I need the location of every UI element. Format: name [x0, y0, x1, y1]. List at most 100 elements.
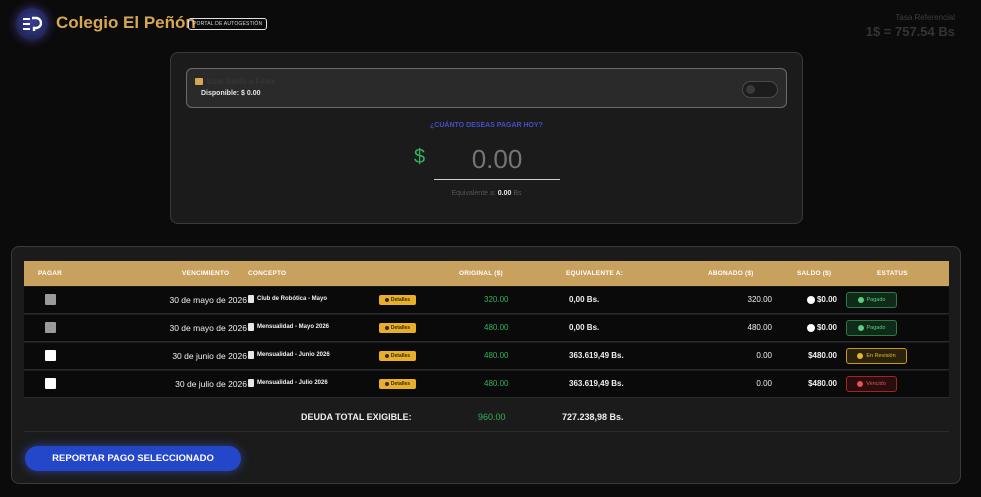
th-balance: SALDO ($) — [797, 270, 832, 277]
row-balance-value: $480.00 — [808, 351, 837, 360]
details-label: Detalles — [390, 353, 411, 359]
total-original: 960.00 — [478, 412, 506, 422]
row-due-date: 30 de mayo de 2026 — [169, 323, 247, 333]
check-circle-icon — [806, 295, 815, 304]
table-row: 30 de mayo de 2026 Mensualidad - Mayo 202… — [24, 315, 949, 342]
row-due-date: 30 de mayo de 2026 — [169, 295, 247, 305]
total-row: DEUDA TOTAL EXIGIBLE: 960.00 727.238,98 … — [24, 403, 949, 432]
row-balance-value: $0.00 — [816, 323, 837, 332]
row-concept: Club de Robótica - Mayo — [257, 296, 328, 302]
th-pay: PAGAR — [38, 270, 62, 277]
row-checkbox — [45, 322, 56, 333]
details-button[interactable]: Detalles — [379, 351, 416, 361]
document-icon — [248, 295, 254, 303]
status-label: Pagado — [866, 325, 886, 331]
row-equivalent: 363.619,49 Bs. — [569, 379, 624, 388]
row-original: 480.00 — [484, 379, 509, 388]
brand-name: Colegio El Peñón — [56, 13, 196, 32]
equiv-unit: Bs — [513, 190, 522, 197]
row-checkbox — [45, 294, 56, 305]
payment-panel: Usar Saldo a Favor Disponible: $ 0.00 ¿C… — [170, 52, 803, 224]
row-original: 320.00 — [484, 295, 509, 304]
row-checkbox[interactable] — [45, 350, 56, 361]
rate-label: Tasa Referencial — [895, 13, 955, 22]
status-badge: Pagado — [846, 320, 897, 336]
details-button[interactable]: Detalles — [379, 323, 416, 333]
row-balance: $480.00 — [808, 351, 837, 360]
table-row: 30 de julio de 2026 Mensualidad - Julio 2… — [24, 371, 949, 398]
table-header: PAGAR VENCIMIENTO CONCEPTO ORIGINAL ($) … — [24, 261, 949, 286]
eye-icon — [384, 382, 389, 386]
report-payment-button[interactable]: REPORTAR PAGO SELECCIONADO — [25, 446, 241, 471]
table-row: 30 de mayo de 2026 Club de Robótica - May… — [24, 287, 949, 314]
row-equivalent: 363.619,49 Bs. — [569, 351, 624, 360]
equiv-value: 0.00 — [497, 190, 512, 197]
status-badge: En Revisión — [846, 348, 907, 364]
equivalent-text: Equivalente a: 0.00 Bs — [171, 190, 802, 197]
eye-icon — [384, 298, 389, 302]
use-balance-toggle[interactable] — [742, 81, 778, 98]
table-row: 30 de junio de 2026 Mensualidad - Junio 2… — [24, 343, 949, 370]
status-icon — [857, 297, 864, 303]
status-badge: Pagado — [846, 292, 897, 308]
row-due-date: 30 de julio de 2026 — [175, 379, 247, 389]
row-concept: Mensualidad - Mayo 2026 — [257, 324, 330, 330]
eye-icon — [384, 354, 389, 358]
wallet-icon — [195, 78, 203, 85]
row-balance: $480.00 — [808, 379, 837, 388]
equiv-prefix: Equivalente a: — [451, 190, 496, 197]
toggle-knob — [746, 85, 755, 94]
row-paid: 480.00 — [747, 323, 772, 332]
document-icon — [248, 379, 254, 387]
th-paid: ABONADO ($) — [708, 270, 754, 277]
row-balance-value: $0.00 — [816, 295, 837, 304]
status-label: Vencido — [866, 381, 886, 387]
status-icon — [857, 325, 864, 331]
amount-input[interactable] — [434, 140, 560, 180]
row-original: 480.00 — [484, 323, 509, 332]
status-badge: Vencido — [846, 376, 897, 392]
status-label: En Revisión — [866, 353, 896, 359]
row-paid: 320.00 — [747, 295, 772, 304]
rate-value: 1$ = 757.54 Bs — [865, 24, 955, 39]
logo-mark-icon — [23, 16, 42, 31]
row-equivalent: 0,00 Bs. — [569, 323, 600, 332]
total-label: DEUDA TOTAL EXIGIBLE: — [301, 412, 412, 422]
details-button[interactable]: Detalles — [379, 379, 416, 389]
wallet-title: Usar Saldo a Favor — [207, 77, 276, 86]
row-concept: Mensualidad - Julio 2026 — [257, 380, 328, 386]
school-logo — [16, 8, 48, 40]
row-equivalent: 0,00 Bs. — [569, 295, 600, 304]
eye-icon — [384, 326, 389, 330]
row-due-date: 30 de junio de 2026 — [172, 351, 247, 361]
total-equivalent: 727.238,98 Bs. — [562, 412, 624, 422]
debts-panel: PAGAR VENCIMIENTO CONCEPTO ORIGINAL ($) … — [11, 246, 961, 484]
row-balance: $0.00 — [806, 295, 837, 304]
check-circle-icon — [806, 323, 815, 332]
document-icon — [248, 351, 254, 359]
status-icon — [857, 353, 864, 359]
currency-symbol: $ — [414, 146, 426, 168]
pay-question: ¿CUÁNTO DESEAS PAGAR HOY? — [430, 122, 543, 129]
row-balance: $0.00 — [806, 323, 837, 332]
row-concept: Mensualidad - Junio 2026 — [257, 352, 330, 358]
row-paid: 0.00 — [756, 351, 772, 360]
details-label: Detalles — [390, 297, 411, 303]
th-original: ORIGINAL ($) — [459, 270, 503, 277]
th-equivalent: EQUIVALENTE A: — [566, 270, 623, 277]
th-status: ESTATUS — [877, 270, 908, 277]
details-label: Detalles — [390, 381, 411, 387]
status-label: Pagado — [866, 297, 886, 303]
details-label: Detalles — [390, 325, 411, 331]
row-checkbox[interactable] — [45, 378, 56, 389]
wallet-available: Disponible: $ 0.00 — [201, 90, 261, 97]
wallet-balance-card: Usar Saldo a Favor Disponible: $ 0.00 — [186, 68, 787, 108]
document-icon — [248, 323, 254, 331]
th-due: VENCIMIENTO — [182, 270, 230, 277]
th-concept: CONCEPTO — [248, 270, 287, 277]
row-paid: 0.00 — [756, 379, 772, 388]
row-original: 480.00 — [484, 351, 509, 360]
status-icon — [857, 381, 864, 387]
details-button[interactable]: Detalles — [379, 295, 416, 305]
row-balance-value: $480.00 — [808, 379, 837, 388]
